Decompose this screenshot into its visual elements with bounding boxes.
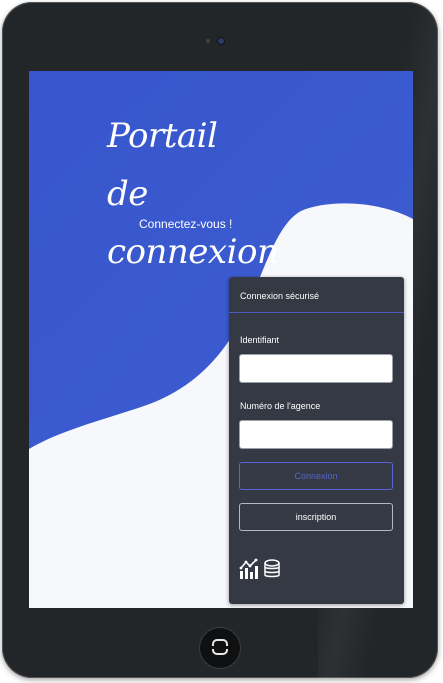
home-button-icon [211,639,229,655]
proximity-sensor [206,39,210,43]
agency-number-input[interactable] [239,420,393,449]
login-panel: Connexion sécurisé Identifiant Numéro de… [229,277,404,604]
coins-stack-icon [264,559,280,578]
identifier-label: Identifiant [240,335,280,345]
page-subtitle: Connectez-vous ! [139,217,233,231]
connect-button[interactable]: Connexion [239,462,393,490]
tablet-frame: Portail de connexion Connectez-vous ! Co… [2,2,438,678]
chart-icon [239,558,258,579]
register-button[interactable]: inscription [239,503,393,531]
login-panel-header: Connexion sécurisé [229,277,404,313]
identifier-input[interactable] [239,354,393,383]
page-title: Portail de connexion [107,116,279,272]
footer-icons [239,558,281,580]
home-button[interactable] [200,628,240,668]
front-camera [218,38,224,44]
tablet-screen: Portail de connexion Connectez-vous ! Co… [29,71,413,608]
agency-number-label: Numéro de l'agence [240,401,321,411]
